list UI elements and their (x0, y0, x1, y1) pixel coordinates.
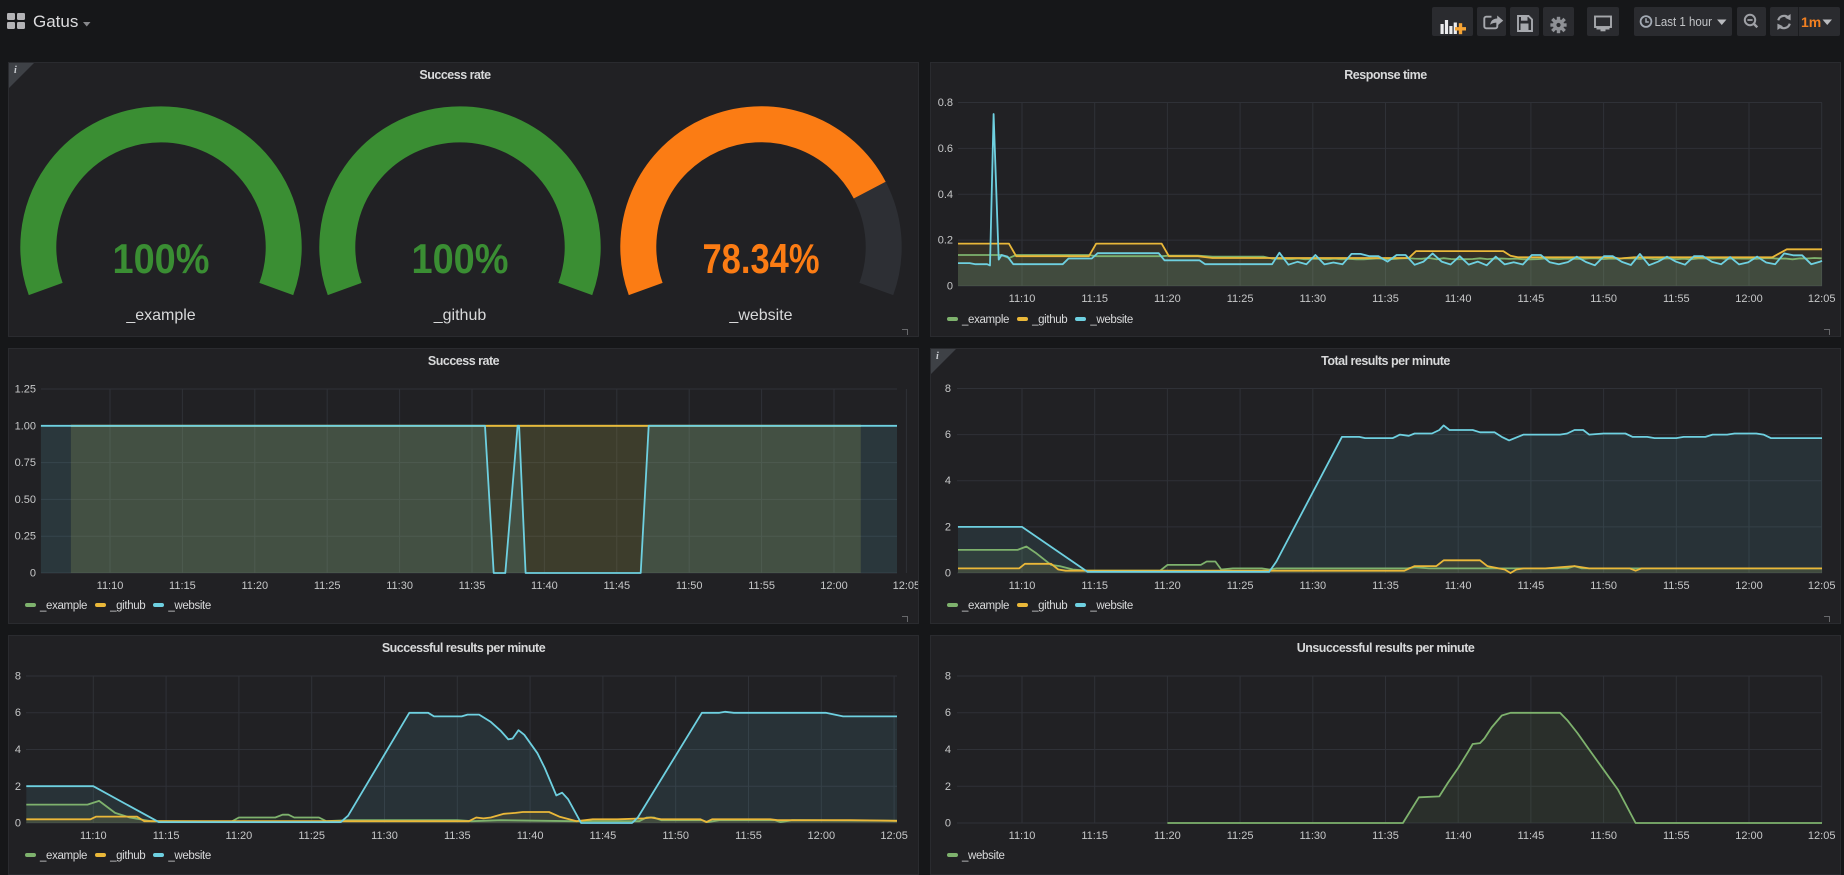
svg-text:6: 6 (945, 429, 951, 441)
svg-text:8: 8 (15, 671, 21, 683)
svg-text:11:15: 11:15 (1081, 293, 1108, 305)
svg-text:11:20: 11:20 (1154, 293, 1181, 305)
svg-text:11:25: 11:25 (314, 580, 341, 592)
svg-text:1.00: 1.00 (15, 420, 36, 432)
svg-text:11:15: 11:15 (1081, 580, 1108, 592)
svg-text:0.2: 0.2 (938, 235, 953, 247)
svg-text:0.50: 0.50 (15, 494, 36, 506)
svg-text:11:35: 11:35 (1372, 293, 1399, 305)
svg-text:11:30: 11:30 (1299, 293, 1326, 305)
svg-text:1.25: 1.25 (15, 384, 36, 396)
svg-text:100%: 100% (113, 235, 210, 282)
svg-text:11:50: 11:50 (1590, 830, 1617, 842)
svg-text:11:35: 11:35 (1372, 580, 1399, 592)
svg-text:11:40: 11:40 (1445, 580, 1472, 592)
svg-text:11:15: 11:15 (169, 580, 196, 592)
svg-text:11:45: 11:45 (1518, 293, 1545, 305)
svg-text:6: 6 (945, 707, 951, 719)
svg-text:11:45: 11:45 (603, 580, 630, 592)
svg-text:11:55: 11:55 (1663, 580, 1690, 592)
svg-text:0: 0 (15, 818, 21, 830)
svg-text:11:25: 11:25 (298, 830, 325, 842)
svg-text:4: 4 (945, 475, 951, 487)
svg-text:12:00: 12:00 (1735, 580, 1763, 592)
svg-text:0.6: 0.6 (938, 143, 953, 155)
svg-text:11:20: 11:20 (1154, 580, 1181, 592)
svg-text:12:00: 12:00 (1735, 830, 1763, 842)
svg-text:0.75: 0.75 (15, 457, 36, 469)
svg-text:11:25: 11:25 (1227, 580, 1254, 592)
svg-text:4: 4 (945, 744, 951, 756)
svg-text:8: 8 (945, 671, 951, 683)
svg-text:Last 1 hour: Last 1 hour (1655, 14, 1713, 29)
svg-text:11:10: 11:10 (97, 580, 124, 592)
svg-text:11:30: 11:30 (1299, 580, 1326, 592)
svg-text:12:05: 12:05 (880, 830, 908, 842)
svg-text:11:10: 11:10 (80, 830, 107, 842)
svg-text:8: 8 (945, 383, 951, 395)
svg-text:12:05: 12:05 (893, 580, 918, 592)
svg-text:11:20: 11:20 (1154, 830, 1181, 842)
svg-text:0.8: 0.8 (938, 97, 953, 109)
svg-text:11:30: 11:30 (1299, 830, 1326, 842)
svg-text:11:45: 11:45 (590, 830, 617, 842)
svg-text:_example: _example (125, 307, 195, 324)
svg-text:12:00: 12:00 (808, 830, 836, 842)
svg-text:12:05: 12:05 (1808, 830, 1836, 842)
svg-text:11:15: 11:15 (153, 830, 180, 842)
svg-text:11:40: 11:40 (1445, 830, 1472, 842)
svg-text:11:10: 11:10 (1009, 580, 1036, 592)
svg-text:11:50: 11:50 (1590, 293, 1617, 305)
svg-text:11:35: 11:35 (444, 830, 471, 842)
svg-text:0.25: 0.25 (15, 531, 36, 543)
svg-text:0: 0 (30, 568, 36, 580)
svg-text:11:20: 11:20 (241, 580, 268, 592)
svg-text:11:45: 11:45 (1518, 830, 1545, 842)
svg-text:6: 6 (15, 707, 21, 719)
svg-text:_github: _github (433, 307, 487, 324)
svg-text:11:10: 11:10 (1009, 293, 1036, 305)
svg-text:12:00: 12:00 (1735, 293, 1763, 305)
svg-text:0.4: 0.4 (938, 189, 953, 201)
svg-text:11:40: 11:40 (531, 580, 558, 592)
svg-text:11:35: 11:35 (459, 580, 486, 592)
svg-text:11:45: 11:45 (1518, 580, 1545, 592)
svg-text:11:25: 11:25 (1227, 293, 1254, 305)
svg-text:11:50: 11:50 (676, 580, 703, 592)
svg-text:11:55: 11:55 (1663, 293, 1690, 305)
svg-text:11:15: 11:15 (1081, 830, 1108, 842)
svg-text:11:50: 11:50 (1590, 580, 1617, 592)
svg-text:0: 0 (945, 818, 951, 830)
svg-text:11:55: 11:55 (748, 580, 775, 592)
svg-text:12:05: 12:05 (1808, 293, 1836, 305)
svg-text:11:40: 11:40 (517, 830, 544, 842)
svg-text:0: 0 (945, 568, 951, 580)
svg-text:12:00: 12:00 (820, 580, 848, 592)
svg-text:11:30: 11:30 (386, 580, 413, 592)
svg-text:11:10: 11:10 (1009, 830, 1036, 842)
svg-text:2: 2 (945, 521, 951, 533)
svg-text:11:50: 11:50 (662, 830, 689, 842)
svg-text:1m: 1m (1801, 14, 1821, 30)
svg-text:11:20: 11:20 (226, 830, 253, 842)
svg-text:11:35: 11:35 (1372, 830, 1399, 842)
svg-text:11:30: 11:30 (371, 830, 398, 842)
svg-text:12:05: 12:05 (1808, 580, 1836, 592)
svg-text:11:25: 11:25 (1227, 830, 1254, 842)
svg-text:11:55: 11:55 (1663, 830, 1690, 842)
svg-text:2: 2 (945, 781, 951, 793)
svg-text:11:55: 11:55 (735, 830, 762, 842)
svg-text:78.34%: 78.34% (703, 235, 820, 282)
svg-text:100%: 100% (412, 235, 509, 282)
svg-text:11:40: 11:40 (1445, 293, 1472, 305)
svg-text:_website: _website (728, 307, 792, 324)
svg-text:2: 2 (15, 781, 21, 793)
svg-text:4: 4 (15, 744, 21, 756)
svg-text:0: 0 (947, 281, 953, 293)
